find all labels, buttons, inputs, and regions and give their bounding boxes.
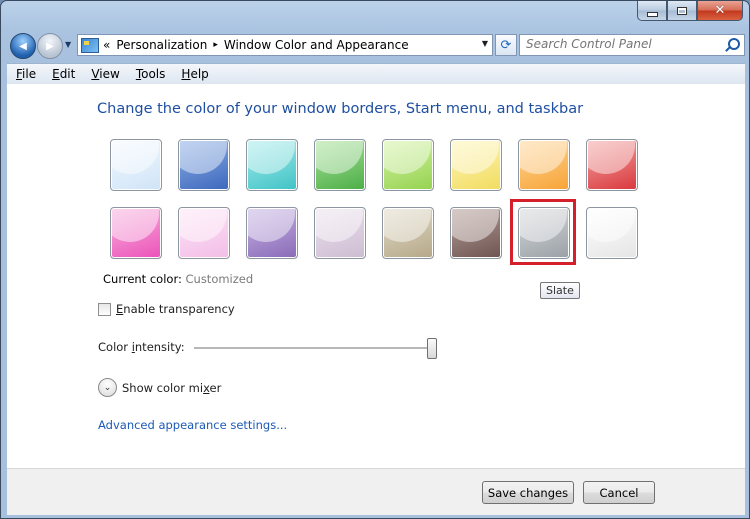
color-swatch-violet[interactable] xyxy=(246,207,298,259)
enable-transparency-checkbox[interactable] xyxy=(98,302,111,316)
color-swatch-sea[interactable] xyxy=(246,139,298,191)
address-overflow-chevron[interactable]: « xyxy=(103,38,110,52)
selected-swatch-highlight xyxy=(510,199,576,265)
color-swatch-fuchsia[interactable] xyxy=(110,207,162,259)
maximize-button[interactable] xyxy=(667,1,697,21)
advanced-appearance-link[interactable]: Advanced appearance settings... xyxy=(98,418,287,432)
swatch-tooltip: Slate xyxy=(540,282,580,299)
chevron-down-icon[interactable]: ⌄ xyxy=(98,378,117,397)
color-intensity-slider-thumb[interactable] xyxy=(427,338,437,359)
color-swatch-sky[interactable] xyxy=(110,139,162,191)
breadcrumb-personalization[interactable]: Personalization xyxy=(116,38,207,52)
color-swatch-sun[interactable] xyxy=(450,139,502,191)
recent-pages-dropdown[interactable]: ▼ xyxy=(65,40,71,49)
forward-arrow-icon: ▶ xyxy=(46,40,54,52)
enable-transparency-label[interactable]: Enable transparency xyxy=(116,302,235,316)
menu-view[interactable]: View xyxy=(82,67,126,81)
caption-buttons: ✕ xyxy=(637,1,743,21)
breadcrumb-window-color[interactable]: Window Color and Appearance xyxy=(224,38,409,52)
refresh-button[interactable]: ⟳ xyxy=(495,34,517,56)
address-bar[interactable]: « Personalization ▸ Window Color and App… xyxy=(77,34,493,56)
button-bar: Save changes Cancel xyxy=(7,468,745,515)
color-swatch-twilight[interactable] xyxy=(178,139,230,191)
address-dropdown-icon[interactable]: ▼ xyxy=(482,39,488,48)
page-title: Change the color of your window borders,… xyxy=(97,101,584,117)
color-intensity-label: Color intensity: xyxy=(98,340,185,354)
color-swatch-lavender[interactable] xyxy=(314,207,366,259)
control-panel-window: ✕ ◀ ▶ ▼ « Personalization ▸ Window Color… xyxy=(0,0,750,519)
content-pane: Change the color of your window borders,… xyxy=(7,84,745,468)
color-swatch-frost[interactable] xyxy=(586,207,638,259)
breadcrumb-separator-icon[interactable]: ▸ xyxy=(213,40,218,50)
current-color-label: Current color: xyxy=(103,272,182,286)
forward-button[interactable]: ▶ xyxy=(37,33,63,59)
show-color-mixer-label[interactable]: Show color mixer xyxy=(122,381,221,395)
transparency-option[interactable]: Enable transparency xyxy=(98,302,235,316)
show-color-mixer[interactable]: ⌄ Show color mixer xyxy=(98,378,221,397)
color-swatch-chocolate[interactable] xyxy=(450,207,502,259)
back-arrow-icon: ◀ xyxy=(19,40,27,52)
search-box[interactable] xyxy=(519,34,745,56)
search-icon[interactable] xyxy=(728,38,740,50)
menu-file[interactable]: File xyxy=(7,67,43,81)
color-swatch-pumpkin[interactable] xyxy=(518,139,570,191)
maximize-icon xyxy=(677,6,687,15)
color-swatch-leaf[interactable] xyxy=(314,139,366,191)
search-input[interactable] xyxy=(520,35,722,53)
close-icon: ✕ xyxy=(714,3,726,18)
current-color-value: Customized xyxy=(185,272,254,286)
color-swatch-lime[interactable] xyxy=(382,139,434,191)
refresh-icon: ⟳ xyxy=(500,37,512,53)
menu-tools[interactable]: Tools xyxy=(127,67,173,81)
current-color: Current color: Customized xyxy=(103,272,253,286)
save-changes-button[interactable]: Save changes xyxy=(482,481,574,504)
minimize-button[interactable] xyxy=(637,1,667,21)
menu-edit[interactable]: Edit xyxy=(43,67,82,81)
color-intensity-slider-track[interactable] xyxy=(194,347,436,350)
color-swatch-blush[interactable] xyxy=(178,207,230,259)
close-button[interactable]: ✕ xyxy=(697,1,743,21)
control-panel-icon xyxy=(81,37,99,53)
minimize-icon xyxy=(646,11,658,17)
menu-help[interactable]: Help xyxy=(172,67,215,81)
color-swatch-ruby[interactable] xyxy=(586,139,638,191)
color-swatch-taupe[interactable] xyxy=(382,207,434,259)
cancel-button[interactable]: Cancel xyxy=(583,481,655,504)
back-button[interactable]: ◀ xyxy=(10,33,36,59)
navigation-bar: ◀ ▶ ▼ « Personalization ▸ Window Color a… xyxy=(7,30,745,60)
menu-bar: File Edit View Tools Help xyxy=(7,63,745,85)
